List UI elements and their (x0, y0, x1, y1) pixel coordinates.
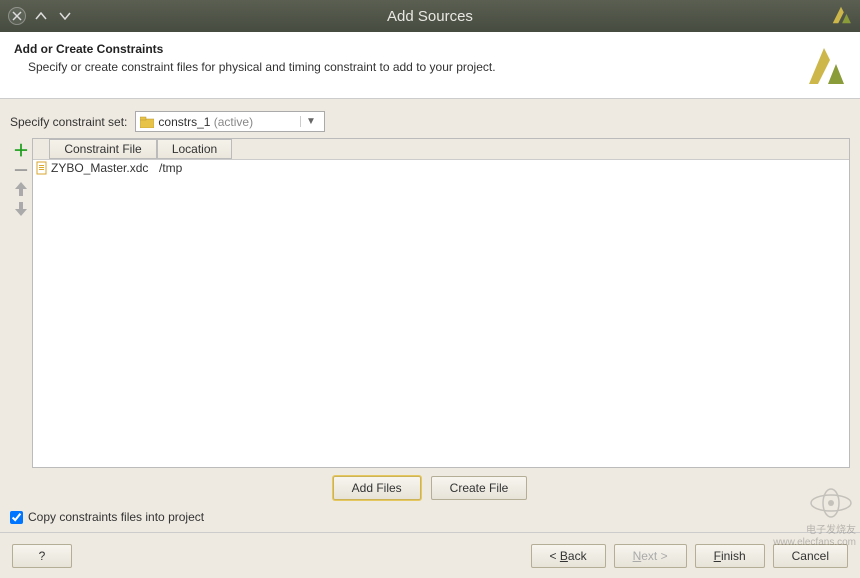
move-down-button[interactable] (12, 200, 30, 218)
file-area: ＋ － Constraint File Location ZYBO_Master… (10, 138, 850, 468)
xilinx-logo-large-icon (806, 42, 846, 90)
back-button[interactable]: < Back (531, 544, 606, 568)
side-toolbar: ＋ － (10, 138, 32, 468)
add-files-button[interactable]: Add Files (333, 476, 421, 500)
file-name: ZYBO_Master.xdc (51, 161, 159, 175)
header-panel: Add or Create Constraints Specify or cre… (0, 32, 860, 99)
create-file-button[interactable]: Create File (431, 476, 528, 500)
body-panel: Specify constraint set: constrs_1 (activ… (0, 99, 860, 532)
cancel-button[interactable]: Cancel (773, 544, 848, 568)
file-list[interactable]: ZYBO_Master.xdc /tmp (33, 160, 849, 467)
constraint-set-value: constrs_1 (active) (158, 115, 300, 129)
page-title: Add or Create Constraints (14, 42, 806, 56)
close-button[interactable] (8, 7, 26, 25)
titlebar: Add Sources (0, 0, 860, 32)
constraint-set-label: Specify constraint set: (10, 115, 127, 129)
constraint-set-dropdown[interactable]: constrs_1 (active) ▼ (135, 111, 325, 132)
column-header-location[interactable]: Location (157, 139, 232, 159)
next-button: Next > (614, 544, 687, 568)
file-row[interactable]: ZYBO_Master.xdc /tmp (33, 160, 849, 176)
window-title: Add Sources (0, 8, 860, 25)
file-icon (35, 161, 49, 175)
dropdown-arrow-icon: ▼ (300, 116, 320, 127)
chevron-up-icon[interactable] (32, 7, 50, 25)
page-description: Specify or create constraint files for p… (14, 60, 806, 74)
move-up-button[interactable] (12, 180, 30, 198)
remove-file-button[interactable]: － (12, 160, 30, 178)
folder-icon (140, 116, 154, 128)
constraint-set-row: Specify constraint set: constrs_1 (activ… (10, 111, 850, 132)
chevron-down-icon[interactable] (56, 7, 74, 25)
xilinx-logo-icon (830, 4, 852, 26)
finish-button[interactable]: Finish (695, 544, 765, 568)
add-file-button[interactable]: ＋ (12, 140, 30, 158)
help-button[interactable]: ? (12, 544, 72, 568)
copy-constraints-checkbox[interactable]: Copy constraints files into project (10, 510, 850, 524)
footer-bar: ? < Back Next > Finish Cancel (0, 532, 860, 578)
column-header-file[interactable]: Constraint File (49, 139, 157, 159)
action-buttons: Add Files Create File (10, 476, 850, 500)
copy-constraints-label: Copy constraints files into project (28, 510, 204, 524)
file-location: /tmp (159, 161, 182, 175)
copy-constraints-input[interactable] (10, 511, 23, 524)
window-controls (8, 7, 74, 25)
file-list-panel: Constraint File Location ZYBO_Master.xdc… (32, 138, 850, 468)
file-list-header: Constraint File Location (33, 139, 849, 160)
